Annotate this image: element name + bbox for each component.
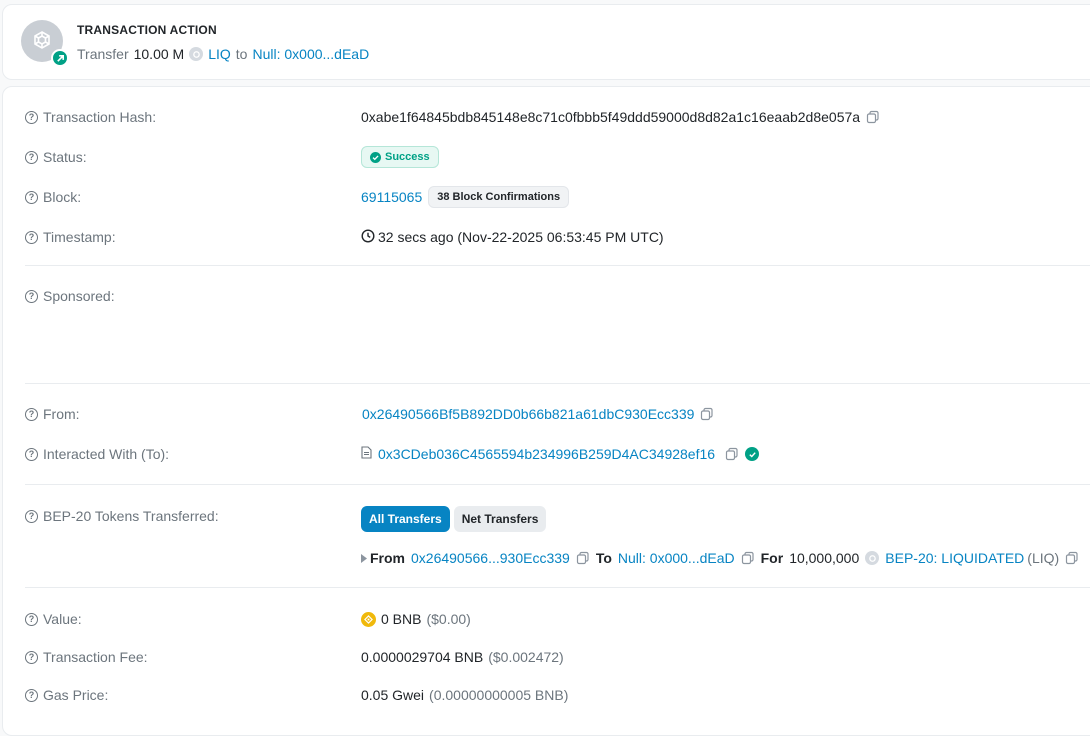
help-icon[interactable]: ? [25, 650, 38, 664]
token-link[interactable]: LIQ [208, 46, 231, 62]
arrow-up-right-icon [51, 49, 69, 67]
copy-icon[interactable] [700, 407, 714, 421]
help-icon[interactable]: ? [25, 688, 38, 702]
row-timestamp: ? Timestamp: 32 secs ago (Nov-22-2025 06:… [25, 226, 1090, 248]
gas-amount: 0.05 Gwei [361, 687, 425, 703]
gas-bnb: (0.00000000005 BNB) [429, 687, 569, 703]
help-icon[interactable]: ? [25, 110, 38, 124]
status-text: Success [385, 151, 430, 163]
tab-net-transfers[interactable]: Net Transfers [453, 506, 547, 532]
copy-icon[interactable] [1065, 551, 1079, 565]
row-transaction-fee: ? Transaction Fee: 0.0000029704 BNB ($0.0… [25, 646, 1090, 668]
action-to-word: to [235, 46, 248, 62]
label-block: Block: [43, 189, 82, 205]
label-timestamp: Timestamp: [43, 229, 116, 245]
help-icon[interactable]: ? [25, 407, 38, 421]
help-icon[interactable]: ? [25, 289, 38, 303]
label-value: Value: [43, 611, 82, 627]
transaction-hash-value: 0xabe1f64845bdb845148e8c71c0fbbb5f49ddd5… [361, 109, 861, 125]
help-icon[interactable]: ? [25, 447, 38, 461]
transfer-for-label: For [760, 550, 784, 566]
block-number-link[interactable]: 69115065 [361, 189, 422, 205]
status-badge: Success [361, 146, 439, 168]
transaction-action-card: TRANSACTION ACTION Transfer 10.00 M LIQ … [2, 4, 1090, 80]
row-gas-price: ? Gas Price: 0.05 Gwei (0.00000000005 BNB… [25, 684, 1090, 706]
fee-usd: ($0.002472) [488, 649, 564, 665]
label-sponsored: Sponsored: [43, 288, 115, 304]
transfer-from-link[interactable]: 0x26490566...930Ecc339 [411, 550, 570, 566]
divider [25, 587, 1090, 588]
caret-right-icon[interactable] [361, 550, 367, 566]
row-block: ? Block: 69115065 38 Block Confirmations [25, 186, 1090, 208]
block-confirmations-badge: 38 Block Confirmations [428, 186, 570, 208]
contract-address-link[interactable]: 0x3CDeb036C4565594b234996B259D4AC34928ef… [378, 446, 715, 462]
transfer-from-label: From [370, 550, 405, 566]
token-icon [865, 551, 880, 565]
transfer-to-label: To [595, 550, 612, 566]
fee-amount: 0.0000029704 BNB [361, 649, 484, 665]
label-status: Status: [43, 149, 87, 165]
row-value: ? Value: 0 BNB ($0.00) [25, 608, 1090, 630]
token-icon [189, 47, 204, 61]
row-tokens-transferred: ? BEP-20 Tokens Transferred: All Transfer… [25, 505, 1090, 532]
copy-icon[interactable] [725, 447, 739, 461]
label-from: From: [43, 406, 80, 422]
divider [25, 484, 1090, 485]
row-transaction-hash: ? Transaction Hash: 0xabe1f64845bdb845148… [25, 106, 1090, 128]
check-circle-icon [370, 151, 381, 163]
help-icon[interactable]: ? [25, 190, 38, 204]
timestamp-value: 32 secs ago (Nov-22-2025 06:53:45 PM UTC… [378, 229, 664, 245]
action-verb: Transfer [77, 46, 129, 62]
divider [25, 383, 1090, 384]
value-usd: ($0.00) [426, 611, 471, 627]
clock-icon [361, 228, 375, 246]
help-icon[interactable]: ? [25, 612, 38, 626]
label-interacted-with: Interacted With (To): [43, 446, 170, 462]
transaction-details-card: ? Transaction Hash: 0xabe1f64845bdb845148… [2, 86, 1090, 736]
divider [25, 265, 1090, 266]
token-name-link[interactable]: BEP-20: LIQUIDATED [885, 550, 1024, 566]
verified-check-icon [745, 447, 760, 461]
tab-all-transfers[interactable]: All Transfers [361, 506, 450, 532]
label-transaction-fee: Transaction Fee: [43, 649, 148, 665]
row-from: ? From: 0x26490566Bf5B892DD0b66b821a61dbC… [25, 403, 1090, 425]
help-icon[interactable]: ? [25, 230, 38, 244]
value-amount: 0 BNB [381, 611, 422, 627]
copy-icon[interactable] [741, 551, 755, 565]
action-title: TRANSACTION ACTION [77, 23, 217, 37]
row-interacted-with: ? Interacted With (To): 0x3CDeb036C456559… [25, 443, 1090, 465]
help-icon[interactable]: ? [25, 150, 38, 164]
token-symbol: (LIQ) [1027, 550, 1060, 566]
help-icon[interactable]: ? [25, 509, 38, 523]
recipient-link[interactable]: Null: 0x000...dEaD [252, 46, 369, 62]
copy-icon[interactable] [866, 110, 880, 124]
bnb-coin-icon [361, 611, 376, 627]
from-address-link[interactable]: 0x26490566Bf5B892DD0b66b821a61dbC930Ecc3… [362, 406, 694, 422]
transfer-amount: 10,000,000 [789, 550, 860, 566]
row-sponsored: ? Sponsored: [25, 285, 1090, 307]
copy-icon[interactable] [576, 551, 590, 565]
row-status: ? Status: Success [25, 146, 1090, 168]
contract-file-icon [361, 446, 372, 462]
token-transfer-row: From 0x26490566...930Ecc339 To Null: 0x0… [25, 547, 1090, 569]
action-amount: 10.00 M [133, 46, 185, 62]
label-gas-price: Gas Price: [43, 687, 109, 703]
action-summary: Transfer 10.00 M LIQ to Null: 0x000...dE… [77, 46, 369, 62]
transfer-to-link[interactable]: Null: 0x000...dEaD [618, 550, 735, 566]
label-tokens-transferred: BEP-20 Tokens Transferred: [43, 508, 219, 524]
label-transaction-hash: Transaction Hash: [43, 109, 157, 125]
